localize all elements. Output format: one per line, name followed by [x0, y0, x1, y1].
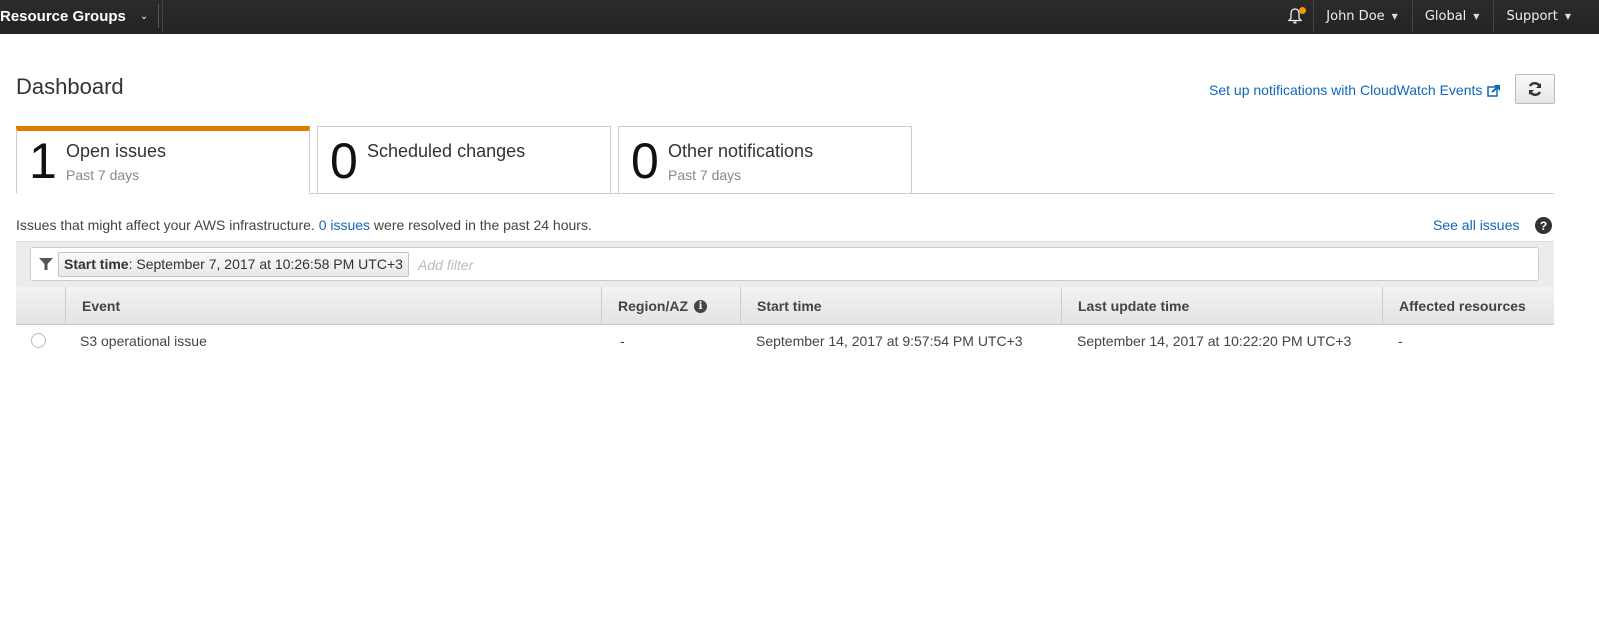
- filter-input-box[interactable]: Start time: September 7, 2017 at 10:26:5…: [30, 247, 1539, 281]
- tab-other-notifications[interactable]: 0 Other notifications Past 7 days: [618, 126, 912, 194]
- refresh-button[interactable]: [1515, 74, 1555, 104]
- resolved-issues-link[interactable]: 0 issues: [319, 217, 370, 233]
- notifications-button[interactable]: [1276, 0, 1315, 32]
- filter-icon: [39, 258, 53, 270]
- column-header-event[interactable]: Event: [65, 287, 601, 325]
- see-all-issues-link[interactable]: See all issues: [1433, 217, 1519, 233]
- info-icon[interactable]: i: [694, 299, 707, 313]
- caret-down-icon: ▼: [1391, 11, 1398, 21]
- table-header: Event Region/AZ i Start time Last update…: [16, 287, 1554, 325]
- tab-title: Other notifications: [668, 141, 814, 161]
- alert-dot: [1299, 7, 1307, 14]
- caret-down-icon: ▼: [1473, 11, 1480, 21]
- tab-count: 0: [631, 133, 659, 189]
- column-header-affected[interactable]: Affected resources: [1382, 287, 1554, 325]
- caret-down-icon: ▼: [1564, 11, 1571, 21]
- tab-open-issues[interactable]: 1 Open issues Past 7 days: [16, 126, 310, 194]
- nav-divider: [158, 4, 159, 28]
- region-menu[interactable]: Global ▼: [1413, 0, 1495, 32]
- column-label: Start time: [757, 298, 822, 314]
- cell-start-time: September 14, 2017 at 9:57:54 PM UTC+3: [756, 333, 1023, 349]
- column-label: Event: [82, 298, 121, 314]
- column-label: Affected resources: [1399, 298, 1526, 314]
- column-label: Last update time: [1078, 298, 1190, 314]
- user-name: John Doe: [1326, 8, 1385, 24]
- table-row[interactable]: S3 operational issue - September 14, 201…: [16, 325, 1554, 357]
- row-select-radio[interactable]: [31, 333, 46, 348]
- help-icon[interactable]: ?: [1535, 217, 1552, 234]
- external-link-icon: [1487, 84, 1501, 97]
- region-label: Global: [1424, 8, 1467, 24]
- support-label: Support: [1506, 8, 1558, 24]
- tab-title: Scheduled changes: [367, 141, 526, 161]
- tab-count: 1: [29, 133, 57, 189]
- cloudwatch-events-link[interactable]: Set up notifications with CloudWatch Eve…: [1209, 82, 1501, 98]
- add-filter-input[interactable]: Add filter: [418, 257, 473, 273]
- top-navigation-bar: Resource Groups ⌄ John Doe ▼ Global ▼ Su…: [0, 0, 1599, 34]
- resource-groups-label: Resource Groups: [0, 7, 126, 25]
- support-menu[interactable]: Support ▼: [1494, 0, 1599, 32]
- user-menu[interactable]: John Doe ▼: [1314, 0, 1413, 32]
- column-header-last-update[interactable]: Last update time: [1061, 287, 1382, 325]
- tab-subtitle: Past 7 days: [66, 167, 140, 183]
- cell-affected: -: [1398, 333, 1403, 349]
- summary-prefix: Issues that might affect your AWS infras…: [16, 217, 319, 233]
- tab-count: 0: [330, 133, 358, 189]
- select-column-header: [16, 287, 66, 325]
- tab-scheduled-changes[interactable]: 0 Scheduled changes: [317, 126, 611, 194]
- page-title: Dashboard: [16, 74, 124, 99]
- filter-token-value: : September 7, 2017 at 10:26:58 PM UTC+3: [128, 256, 403, 272]
- filter-bar: Start time: September 7, 2017 at 10:26:5…: [16, 241, 1554, 287]
- issues-summary: Issues that might affect your AWS infras…: [16, 217, 592, 233]
- tab-title: Open issues: [66, 141, 167, 161]
- column-header-start-time[interactable]: Start time: [740, 287, 1061, 325]
- cloudwatch-link-text: Set up notifications with CloudWatch Eve…: [1209, 82, 1483, 98]
- cell-region: -: [620, 333, 625, 349]
- summary-suffix: were resolved in the past 24 hours.: [370, 217, 592, 233]
- chevron-down-icon: ⌄: [139, 10, 149, 22]
- column-label: Region/AZ: [618, 298, 688, 314]
- resource-groups-menu[interactable]: Resource Groups ⌄: [0, 0, 164, 32]
- refresh-icon: [1528, 82, 1542, 96]
- cell-last-update: September 14, 2017 at 10:22:20 PM UTC+3: [1077, 333, 1352, 349]
- filter-token-start-time[interactable]: Start time: September 7, 2017 at 10:26:5…: [58, 252, 409, 277]
- cell-event[interactable]: S3 operational issue: [64, 325, 207, 357]
- nav-right: John Doe ▼ Global ▼ Support ▼: [1276, 0, 1599, 32]
- filter-token-key: Start time: [64, 256, 129, 272]
- tab-subtitle: Past 7 days: [668, 167, 742, 183]
- column-header-region[interactable]: Region/AZ i: [601, 287, 740, 325]
